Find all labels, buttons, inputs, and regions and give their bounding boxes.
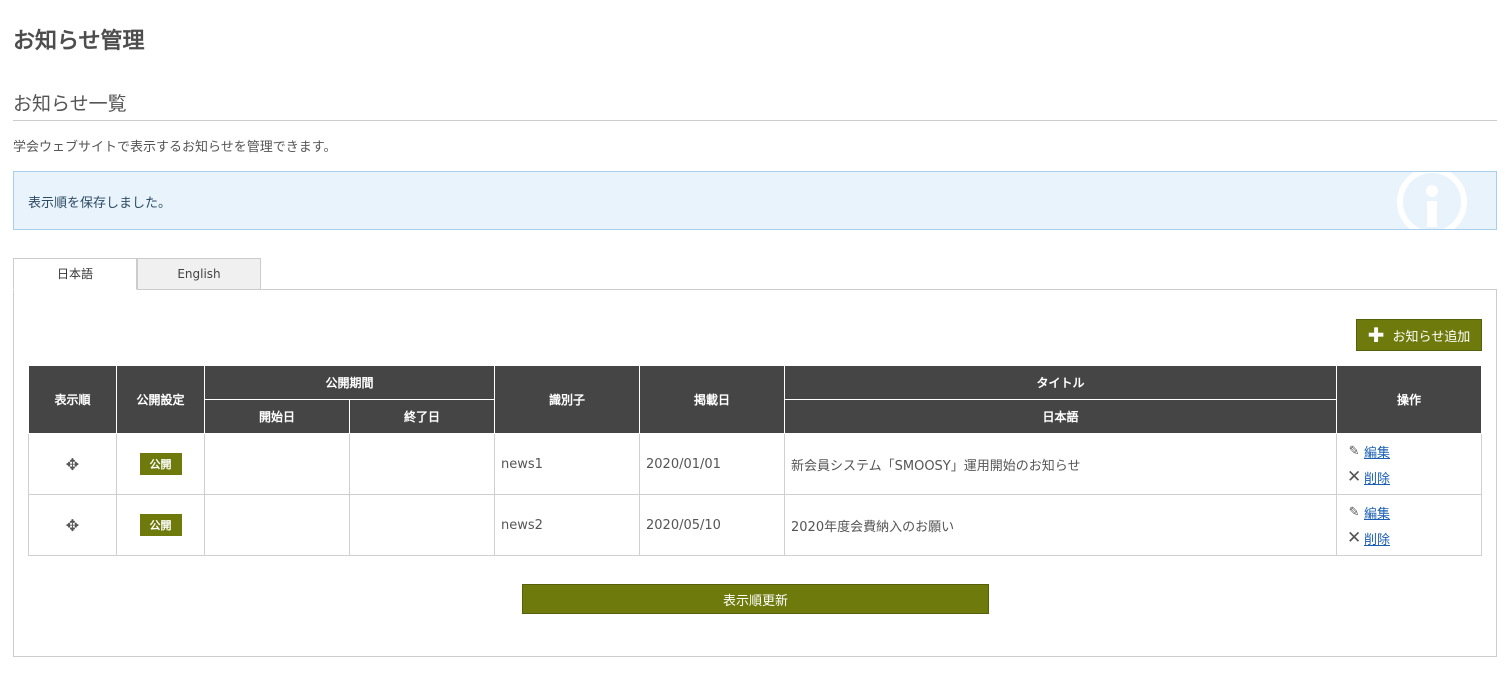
section-title: お知らせ一覧 [13, 93, 127, 115]
title-cell: 2020年度会費納入のお願い [784, 494, 1338, 556]
table-row: ✥ 公開 news1 2020/01/01 新会員システム「SMOOSY」運用開… [28, 433, 1483, 495]
add-notice-button[interactable]: ✚ お知らせ追加 [1356, 319, 1482, 351]
end-date-cell [348, 494, 496, 556]
alert-message: 表示順を保存しました。 [28, 196, 172, 211]
plus-icon: ✚ [1367, 323, 1385, 347]
posted-date-cell: 2020/01/01 [639, 433, 786, 495]
edit-link[interactable]: 編集 [1364, 503, 1390, 522]
col-header-title-ja: 日本語 [784, 399, 1338, 434]
col-header-start-date: 開始日 [204, 399, 350, 434]
edit-link[interactable]: 編集 [1364, 442, 1390, 461]
page-title: お知らせ管理 [13, 29, 145, 54]
col-header-publish-setting: 公開設定 [116, 365, 205, 434]
order-cell[interactable]: ✥ [28, 494, 117, 556]
delete-x-icon: ✕ [1347, 528, 1362, 548]
status-badge: 公開 [139, 514, 182, 536]
col-header-order: 表示順 [28, 365, 117, 434]
actions-cell: ✎ 編集 ✕ 削除 [1336, 494, 1483, 556]
col-header-identifier: 識別子 [494, 365, 641, 434]
posted-date-cell: 2020/05/10 [639, 494, 786, 556]
start-date-cell [204, 494, 350, 556]
tab-japanese[interactable]: 日本語 [13, 258, 137, 290]
actions-cell: ✎ 編集 ✕ 削除 [1336, 433, 1483, 495]
update-order-button[interactable]: 表示順更新 [522, 584, 989, 614]
delete-link[interactable]: 削除 [1364, 468, 1390, 487]
end-date-cell [348, 433, 496, 495]
identifier-cell: news1 [494, 433, 641, 495]
pencil-icon: ✎ [1348, 504, 1360, 520]
add-notice-label: お知らせ追加 [1392, 329, 1471, 345]
status-cell: 公開 [116, 433, 205, 495]
status-cell: 公開 [116, 494, 205, 556]
identifier-cell: news2 [494, 494, 641, 556]
notice-list-panel: ✚ お知らせ追加 表示順 公開設定 公開期間 識別子 掲載日 タイトル 操作 開… [13, 289, 1497, 657]
delete-link[interactable]: 削除 [1364, 529, 1390, 548]
tab-english[interactable]: English [137, 258, 261, 290]
start-date-cell [204, 433, 350, 495]
success-alert: 表示順を保存しました。 [13, 171, 1497, 230]
notice-table: 表示順 公開設定 公開期間 識別子 掲載日 タイトル 操作 開始日 終了日 日本… [28, 365, 1483, 556]
delete-x-icon: ✕ [1347, 467, 1362, 487]
page-description: 学会ウェブサイトで表示するお知らせを管理できます。 [13, 140, 337, 155]
section-divider [13, 120, 1497, 121]
drag-handle-icon[interactable]: ✥ [66, 455, 79, 474]
pencil-icon: ✎ [1348, 443, 1360, 459]
col-header-posted-date: 掲載日 [639, 365, 786, 434]
col-header-title: タイトル [784, 365, 1338, 400]
col-header-period: 公開期間 [203, 365, 496, 400]
info-icon [1397, 172, 1467, 229]
title-cell: 新会員システム「SMOOSY」運用開始のお知らせ [784, 433, 1338, 495]
col-header-actions: 操作 [1336, 365, 1483, 434]
col-header-end-date: 終了日 [348, 399, 496, 434]
order-cell[interactable]: ✥ [28, 433, 117, 495]
table-row: ✥ 公開 news2 2020/05/10 2020年度会費納入のお願い ✎ 編… [28, 494, 1483, 556]
status-badge: 公開 [139, 453, 182, 475]
drag-handle-icon[interactable]: ✥ [66, 516, 79, 535]
